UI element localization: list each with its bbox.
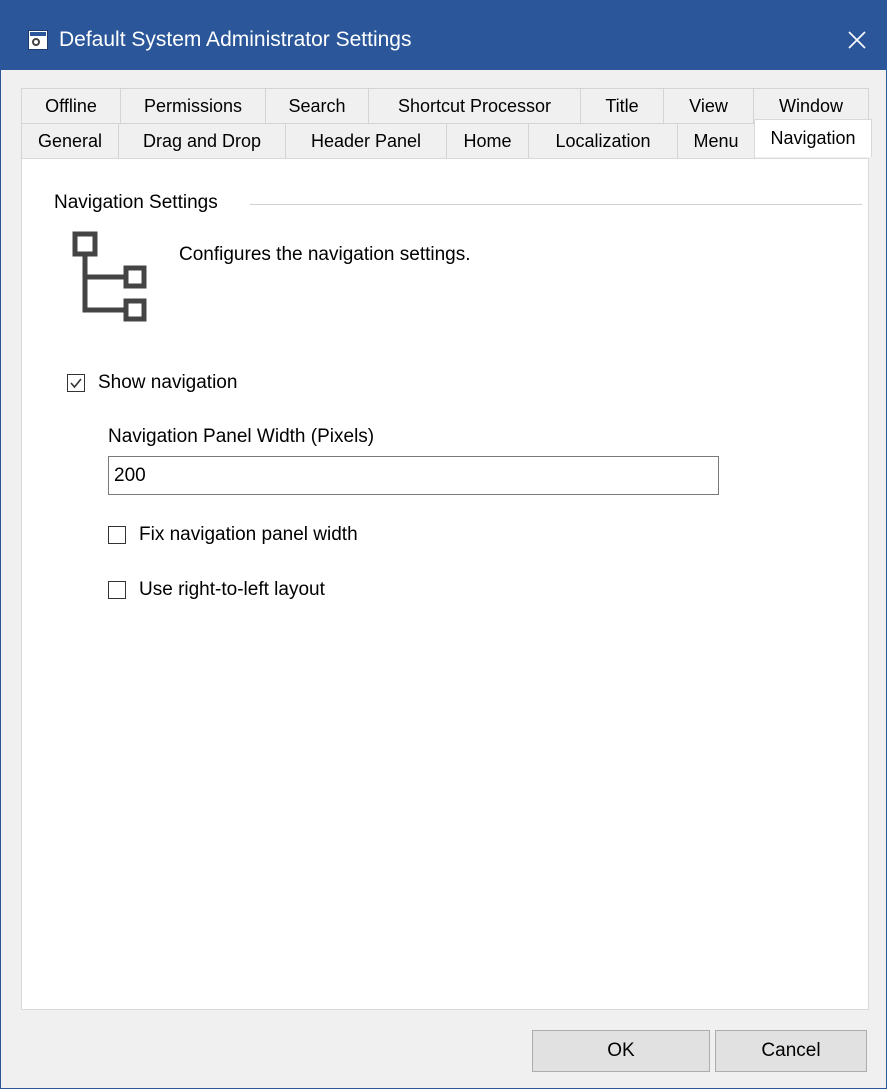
tab-home[interactable]: Home [446, 123, 529, 158]
tab-permissions[interactable]: Permissions [120, 88, 266, 123]
tab-navigation[interactable]: Navigation [754, 119, 872, 157]
panel-width-label: Navigation Panel Width (Pixels) [108, 426, 375, 447]
tab-header-panel[interactable]: Header Panel [285, 123, 447, 158]
tab-search[interactable]: Search [265, 88, 369, 123]
right-to-left-checkbox[interactable]: Use right-to-left layout [108, 579, 325, 601]
tab-menu[interactable]: Menu [677, 123, 755, 158]
close-button[interactable] [828, 11, 886, 69]
tab-title[interactable]: Title [580, 88, 664, 123]
settings-dialog: Default System Administrator Settings Of… [0, 0, 887, 1089]
tab-row-top: Offline Permissions Search Shortcut Proc… [21, 88, 869, 123]
tab-row-bottom: General Drag and Drop Header Panel Home … [21, 119, 872, 158]
group-title: Navigation Settings [54, 192, 218, 213]
panel-width-input[interactable] [108, 456, 719, 495]
settings-app-icon [28, 30, 48, 50]
navigation-tree-icon [72, 231, 147, 322]
right-to-left-box[interactable] [108, 581, 126, 599]
fix-panel-width-label: Fix navigation panel width [139, 524, 358, 545]
checkmark-icon [70, 378, 82, 389]
tab-shortcut-processor[interactable]: Shortcut Processor [368, 88, 581, 123]
show-navigation-checkbox[interactable]: Show navigation [67, 372, 237, 394]
tab-view[interactable]: View [663, 88, 754, 123]
fix-panel-width-box[interactable] [108, 526, 126, 544]
show-navigation-label: Show navigation [98, 372, 238, 393]
tab-window[interactable]: Window [753, 88, 869, 123]
tab-drag-and-drop[interactable]: Drag and Drop [118, 123, 286, 158]
navigation-settings-panel: Navigation Settings Configures the navig… [21, 158, 869, 1010]
show-navigation-box[interactable] [67, 374, 85, 392]
tab-offline[interactable]: Offline [21, 88, 121, 123]
panel-description: Configures the navigation settings. [179, 244, 471, 265]
window-title: Default System Administrator Settings [59, 28, 412, 51]
fix-panel-width-checkbox[interactable]: Fix navigation panel width [108, 524, 358, 546]
title-bar[interactable]: Default System Administrator Settings [1, 1, 886, 70]
ok-button[interactable]: OK [532, 1030, 710, 1072]
right-to-left-label: Use right-to-left layout [139, 579, 325, 600]
close-icon [848, 31, 866, 49]
tab-general[interactable]: General [21, 123, 119, 158]
tab-localization[interactable]: Localization [528, 123, 678, 158]
cancel-button[interactable]: Cancel [715, 1030, 867, 1072]
group-divider [250, 204, 862, 205]
